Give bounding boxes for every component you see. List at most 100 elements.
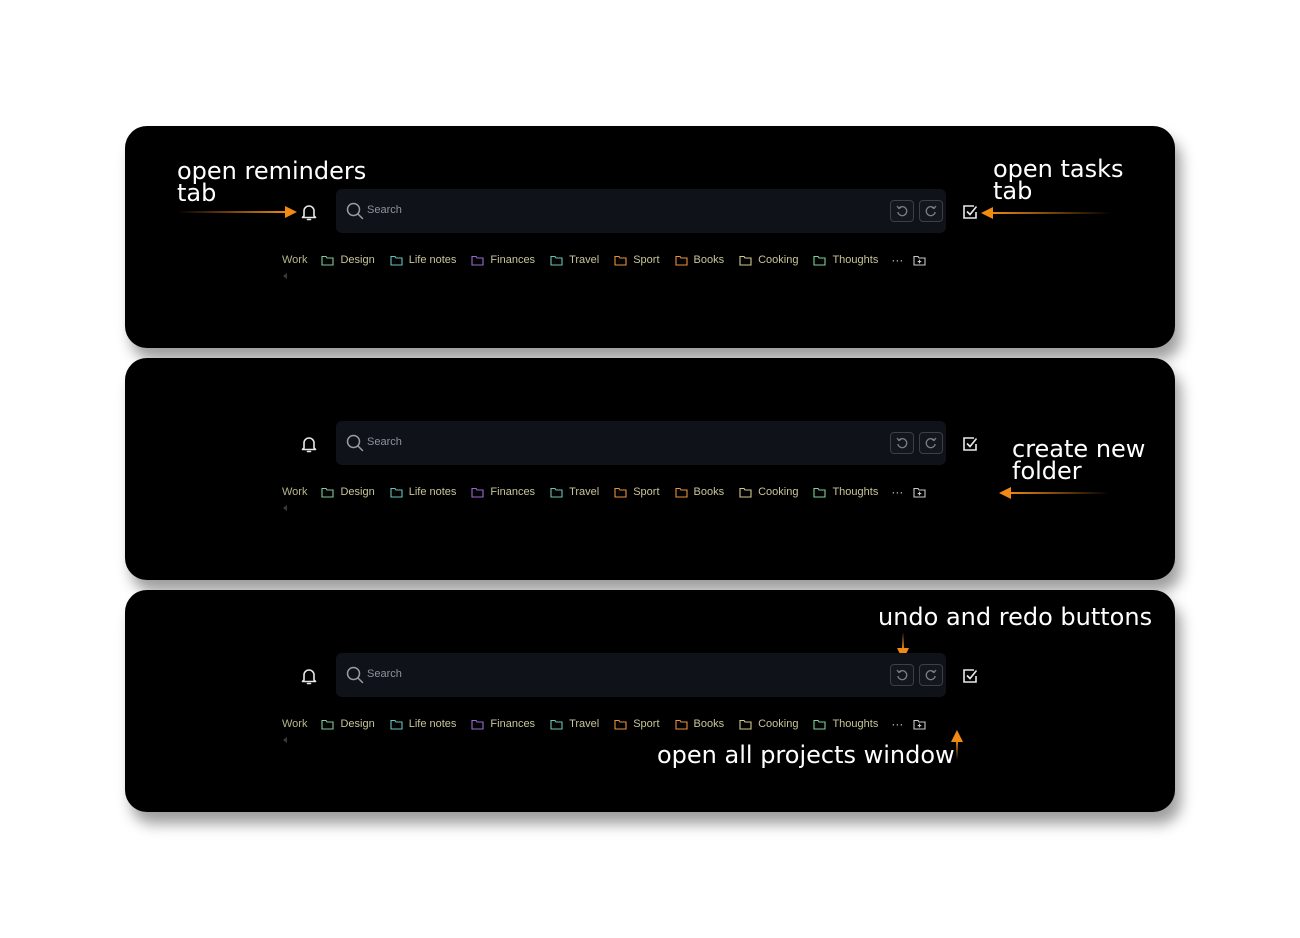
folder-icon: [390, 487, 403, 498]
folder-icon: [674, 719, 688, 730]
folder-label: Design: [340, 718, 375, 730]
folder-label: Thoughts: [832, 486, 879, 498]
folder-work[interactable]: Work: [282, 254, 307, 266]
folder-finances[interactable]: Finances: [471, 254, 535, 266]
folder-design[interactable]: Design: [321, 486, 375, 498]
folder-label: Thoughts: [832, 718, 879, 730]
folder-icon: [550, 255, 563, 266]
folder-bar: Work Design Life notes Finances Travel S…: [282, 714, 926, 734]
redo-button[interactable]: [919, 432, 943, 454]
annotation-undo-redo: undo and redo buttons: [878, 605, 1152, 629]
folder-label: Sport: [633, 486, 660, 498]
folder-label: Finances: [490, 486, 536, 498]
folder-icon: [739, 487, 752, 498]
bell-icon[interactable]: [299, 666, 319, 686]
undo-icon: [896, 669, 908, 681]
folder-icon: [674, 255, 688, 266]
folder-finances[interactable]: Finances: [471, 718, 535, 730]
folder-thoughts[interactable]: Thoughts: [813, 718, 878, 730]
search-input[interactable]: Search: [367, 668, 402, 680]
undo-button[interactable]: [890, 432, 914, 454]
more-projects-button[interactable]: ···: [891, 717, 903, 731]
folder-books[interactable]: Books: [674, 718, 725, 730]
tasks-checkbox-icon[interactable]: [961, 667, 979, 685]
undo-icon: [896, 205, 908, 217]
arrow-to-more: [956, 740, 958, 760]
folder-travel[interactable]: Travel: [550, 718, 599, 730]
folder-sport[interactable]: Sport: [614, 486, 660, 498]
arrow-to-new-folder: [1009, 492, 1109, 494]
scroll-left-caret[interactable]: [283, 737, 287, 743]
annotation-new-folder: create new folder: [1012, 437, 1145, 485]
folder-label: Travel: [569, 718, 600, 730]
scroll-left-caret[interactable]: [283, 505, 287, 511]
arrowhead-icon: [999, 487, 1011, 499]
annotation-text: folder: [1012, 457, 1082, 485]
search-bar[interactable]: Search: [336, 189, 946, 233]
folder-icon: [614, 487, 627, 498]
folder-icon: [614, 255, 627, 266]
folder-life-notes[interactable]: Life notes: [390, 486, 457, 498]
folder-thoughts[interactable]: Thoughts: [813, 486, 878, 498]
tasks-checkbox-icon[interactable]: [961, 435, 979, 453]
redo-button[interactable]: [919, 664, 943, 686]
folder-label: Cooking: [758, 486, 799, 498]
redo-button[interactable]: [919, 200, 943, 222]
folder-label: Sport: [633, 718, 660, 730]
folder-icon: [321, 255, 335, 266]
folder-label: Cooking: [758, 254, 799, 266]
folder-icon: [813, 255, 827, 266]
folder-label: Books: [693, 718, 725, 730]
folder-icon: [614, 719, 627, 730]
folder-icon: [390, 719, 403, 730]
folder-work[interactable]: Work: [282, 718, 307, 730]
search-input[interactable]: Search: [367, 436, 402, 448]
folder-icon: [471, 719, 484, 730]
search-icon: [346, 202, 364, 220]
arrowhead-icon: [981, 207, 993, 219]
tasks-checkbox-icon[interactable]: [961, 203, 979, 221]
redo-icon: [925, 205, 937, 217]
scroll-left-caret[interactable]: [283, 273, 287, 279]
folder-cooking[interactable]: Cooking: [739, 486, 798, 498]
folder-design[interactable]: Design: [321, 254, 375, 266]
folder-label: Life notes: [408, 486, 457, 498]
annotation-projects: open all projects window: [657, 743, 955, 767]
search-bar[interactable]: Search: [336, 421, 946, 465]
folder-icon: [471, 487, 484, 498]
folder-books[interactable]: Books: [674, 254, 724, 266]
folder-travel[interactable]: Travel: [550, 486, 599, 498]
search-bar[interactable]: Search: [336, 653, 946, 697]
new-folder-icon[interactable]: [913, 719, 926, 730]
new-folder-icon[interactable]: [913, 255, 926, 266]
folder-design[interactable]: Design: [321, 718, 375, 730]
folder-icon: [813, 487, 827, 498]
folder-sport[interactable]: Sport: [614, 254, 660, 266]
search-icon: [346, 666, 364, 684]
undo-button[interactable]: [890, 200, 914, 222]
folder-label: Finances: [490, 254, 536, 266]
search-input[interactable]: Search: [367, 204, 402, 216]
folder-work[interactable]: Work: [282, 486, 307, 498]
annotation-tasks: open tasks tab: [993, 157, 1124, 203]
bell-icon[interactable]: [299, 202, 319, 222]
folder-cooking[interactable]: Cooking: [739, 718, 798, 730]
folder-life-notes[interactable]: Life notes: [390, 718, 456, 730]
folder-finances[interactable]: Finances: [471, 486, 535, 498]
more-projects-button[interactable]: ···: [891, 485, 903, 499]
folder-icon: [739, 719, 752, 730]
bell-icon[interactable]: [299, 434, 319, 454]
folder-thoughts[interactable]: Thoughts: [813, 254, 878, 266]
folder-travel[interactable]: Travel: [550, 254, 599, 266]
folder-bar: Work Design Life notes Finances Travel S…: [282, 250, 926, 270]
folder-sport[interactable]: Sport: [614, 718, 660, 730]
folder-life-notes[interactable]: Life notes: [390, 254, 457, 266]
folder-label: Books: [693, 486, 725, 498]
folder-cooking[interactable]: Cooking: [739, 254, 798, 266]
undo-button[interactable]: [890, 664, 914, 686]
folder-label: Life notes: [408, 254, 457, 266]
more-projects-button[interactable]: ···: [891, 253, 903, 267]
folder-books[interactable]: Books: [674, 486, 725, 498]
folder-icon: [739, 255, 752, 266]
new-folder-icon[interactable]: [913, 487, 926, 498]
